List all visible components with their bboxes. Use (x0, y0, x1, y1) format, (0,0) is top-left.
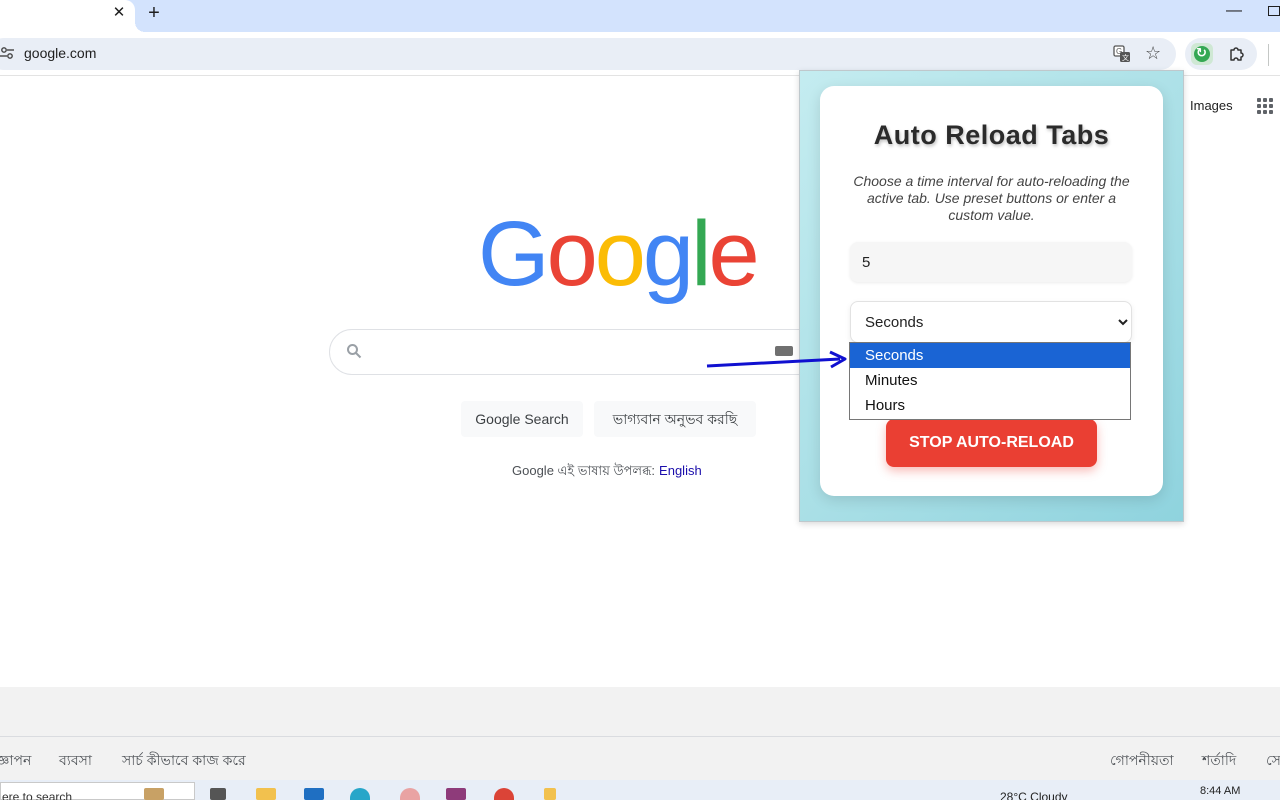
feeling-lucky-button[interactable]: ভাগ্যবান অনুভব করছি (594, 401, 756, 437)
google-search-button[interactable]: Google Search (461, 401, 583, 437)
language-link[interactable]: English (659, 463, 702, 478)
footer-link-how-search-works[interactable]: সার্চ কীভাবে কাজ করে (122, 749, 246, 773)
footer-link-terms[interactable]: শর্তাদি (1202, 749, 1236, 773)
unit-option-minutes[interactable]: Minutes (850, 368, 1130, 393)
auto-reload-extension-icon[interactable] (1191, 43, 1213, 65)
footer-link-advertising[interactable]: জ্ঞাপন (0, 749, 31, 773)
popup-title: Auto Reload Tabs (873, 120, 1110, 150)
url-text[interactable]: google.com (24, 45, 96, 61)
annotation-arrow-icon (706, 350, 847, 369)
screen: ✕ + — google.com G 文 ☆ Images Google (0, 0, 1280, 800)
address-bar[interactable]: google.com (0, 38, 1176, 70)
taskbar-weather[interactable]: 28°C Cloudy (1000, 790, 1068, 800)
winrar-icon[interactable] (446, 788, 466, 800)
unit-select-value[interactable]: Seconds (865, 314, 923, 331)
extensions-puzzle-icon[interactable] (1228, 45, 1246, 63)
minimize-icon[interactable]: — (1226, 2, 1242, 22)
footer-link-settings[interactable]: সে (1266, 749, 1280, 773)
chevron-down-icon[interactable] (1117, 314, 1129, 330)
language-offer: Google এই ভাষায় উপলব্ধ: English (512, 462, 702, 483)
site-info-icon[interactable] (0, 46, 14, 60)
store-icon[interactable] (304, 788, 324, 800)
footer-link-business[interactable]: ব্যবসা (59, 749, 92, 773)
bookmark-star-icon[interactable]: ☆ (1145, 43, 1161, 63)
svg-text:文: 文 (1122, 53, 1129, 62)
images-link[interactable]: Images (1190, 98, 1233, 113)
tab-close-icon[interactable]: ✕ (110, 4, 128, 22)
task-view-icon[interactable] (210, 788, 226, 800)
language-offer-text: Google এই ভাষায় উপলব্ধ: (512, 463, 656, 478)
footer-country-bar (0, 687, 1280, 736)
google-apps-icon[interactable] (1257, 98, 1273, 114)
taskbar-clock[interactable]: 8:44 AM (1200, 785, 1240, 797)
taskbar-search-text[interactable]: ere to search (2, 790, 72, 800)
stop-auto-reload-button[interactable]: STOP AUTO-RELOAD (886, 419, 1097, 467)
taskbar-weather-widget-icon[interactable] (144, 788, 164, 800)
tab-strip (0, 0, 1280, 32)
footer-link-privacy[interactable]: গোপনীয়তা (1110, 749, 1174, 773)
toolbar-divider (1268, 44, 1269, 66)
popup-description: Choose a time interval for auto-reloadin… (853, 173, 1130, 223)
interval-input[interactable] (850, 242, 1132, 282)
search-icon (347, 344, 362, 359)
translate-icon[interactable]: G 文 (1113, 45, 1131, 63)
unit-option-hours[interactable]: Hours (850, 393, 1130, 418)
new-tab-button[interactable]: + (144, 2, 164, 24)
unit-option-seconds[interactable]: Seconds (850, 343, 1130, 368)
folder-icon[interactable] (544, 788, 556, 800)
file-explorer-icon[interactable] (256, 788, 276, 800)
maximize-icon[interactable] (1268, 6, 1280, 16)
google-logo: Google (478, 203, 760, 305)
